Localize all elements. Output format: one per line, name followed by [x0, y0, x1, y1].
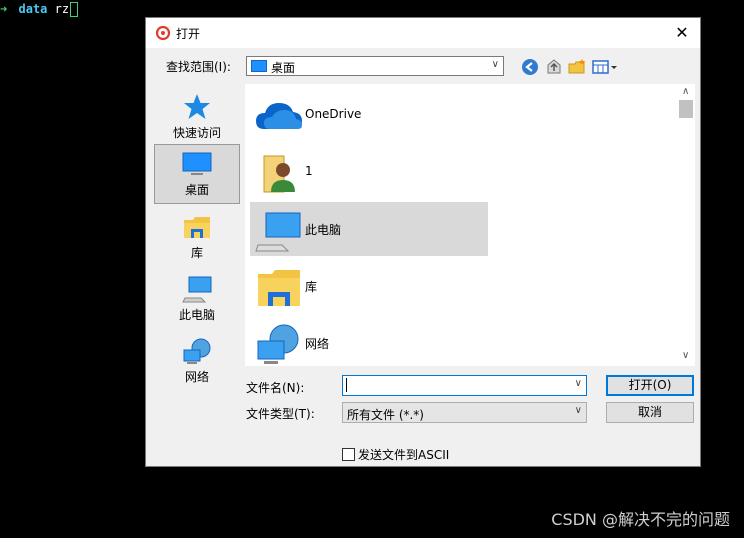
place-label: 库	[190, 246, 203, 260]
cancel-button[interactable]: 取消	[606, 402, 694, 423]
item-name: 1	[305, 164, 313, 178]
close-icon[interactable]: ✕	[670, 21, 694, 45]
open-button[interactable]: 打开(O)	[606, 375, 694, 396]
computer-icon	[182, 276, 212, 303]
place-label: 此电脑	[178, 308, 215, 322]
view-menu-icon[interactable]	[591, 57, 619, 77]
scroll-thumb[interactable]	[679, 100, 693, 118]
back-icon[interactable]	[520, 57, 540, 77]
library-folder-icon	[184, 217, 210, 238]
star-icon	[184, 94, 210, 119]
scroll-down-icon[interactable]: ∨	[682, 350, 689, 361]
lookin-dropdown[interactable]: 桌面 ∨	[246, 56, 504, 76]
checkbox-box[interactable]	[342, 448, 355, 461]
up-folder-icon[interactable]	[544, 57, 564, 77]
filetype-label: 文件类型(T):	[246, 407, 315, 421]
place-desktop[interactable]: 桌面	[154, 144, 240, 204]
item-name: OneDrive	[305, 107, 362, 121]
terminal-line: ➜ data rz	[0, 2, 79, 17]
place-this-pc[interactable]: 此电脑	[154, 270, 240, 328]
user-folder-icon	[263, 155, 295, 193]
place-network[interactable]: 网络	[154, 332, 240, 390]
chevron-down-icon[interactable]: ∨	[575, 378, 582, 389]
terminal-command: data	[18, 2, 48, 16]
item-name: 库	[305, 280, 318, 294]
network-icon	[257, 324, 299, 364]
new-folder-icon[interactable]	[567, 57, 587, 77]
chevron-down-icon: ∨	[491, 59, 499, 70]
arrow-right-icon: ➜	[0, 2, 8, 16]
filetype-dropdown[interactable]: 所有文件 (*.*) ∨	[342, 402, 587, 423]
watermark: CSDN @解决不完的问题	[551, 510, 730, 529]
item-name: 此电脑	[305, 223, 342, 237]
filename-input[interactable]: ∨	[342, 375, 587, 396]
dialog-titlebar: 打开 ✕	[146, 18, 700, 48]
network-icon	[183, 338, 211, 364]
app-icon	[155, 25, 171, 41]
list-item[interactable]: 1	[250, 145, 488, 199]
library-folder-icon	[258, 270, 300, 306]
desktop-icon	[182, 152, 212, 175]
filetype-value: 所有文件 (*.*)	[347, 408, 424, 422]
cloud-icon	[256, 103, 302, 129]
dialog-title: 打开	[176, 27, 201, 41]
terminal-argument: rz	[54, 2, 70, 16]
item-name: 网络	[305, 337, 330, 351]
place-label: 网络	[184, 370, 209, 384]
vertical-scrollbar[interactable]: ∧ ∨	[678, 84, 695, 366]
place-label: 快速访问	[172, 126, 221, 140]
chevron-down-icon: ∨	[574, 405, 582, 416]
checkbox-label: 发送文件到ASCII	[358, 448, 450, 462]
lookin-label: 查找范围(I):	[166, 60, 231, 74]
ascii-checkbox[interactable]: 发送文件到ASCII	[342, 446, 449, 463]
text-caret	[346, 378, 347, 392]
filename-label: 文件名(N):	[246, 381, 305, 395]
list-item[interactable]: 库	[250, 259, 488, 313]
file-list[interactable]: OneDrive 1 此电脑 库 网络 ∧ ∨	[245, 84, 695, 366]
lookin-value: 桌面	[271, 61, 296, 75]
list-item[interactable]: OneDrive	[250, 88, 488, 142]
list-item[interactable]: 网络	[250, 316, 488, 370]
place-quick-access[interactable]: 快速访问	[154, 88, 240, 146]
desktop-icon	[251, 60, 267, 72]
computer-icon	[255, 212, 301, 252]
terminal-cursor	[70, 2, 79, 17]
place-label: 桌面	[184, 183, 209, 197]
places-bar: 快速访问 桌面 库 此电脑 网络	[152, 86, 242, 439]
list-item[interactable]: 此电脑	[250, 202, 488, 256]
place-libraries[interactable]: 库	[154, 208, 240, 266]
open-file-dialog: 打开 ✕ 查找范围(I): 桌面 ∨ 快速访问 桌面 库 此电脑 网络 OneD…	[145, 17, 701, 467]
scroll-up-icon[interactable]: ∧	[682, 86, 689, 97]
